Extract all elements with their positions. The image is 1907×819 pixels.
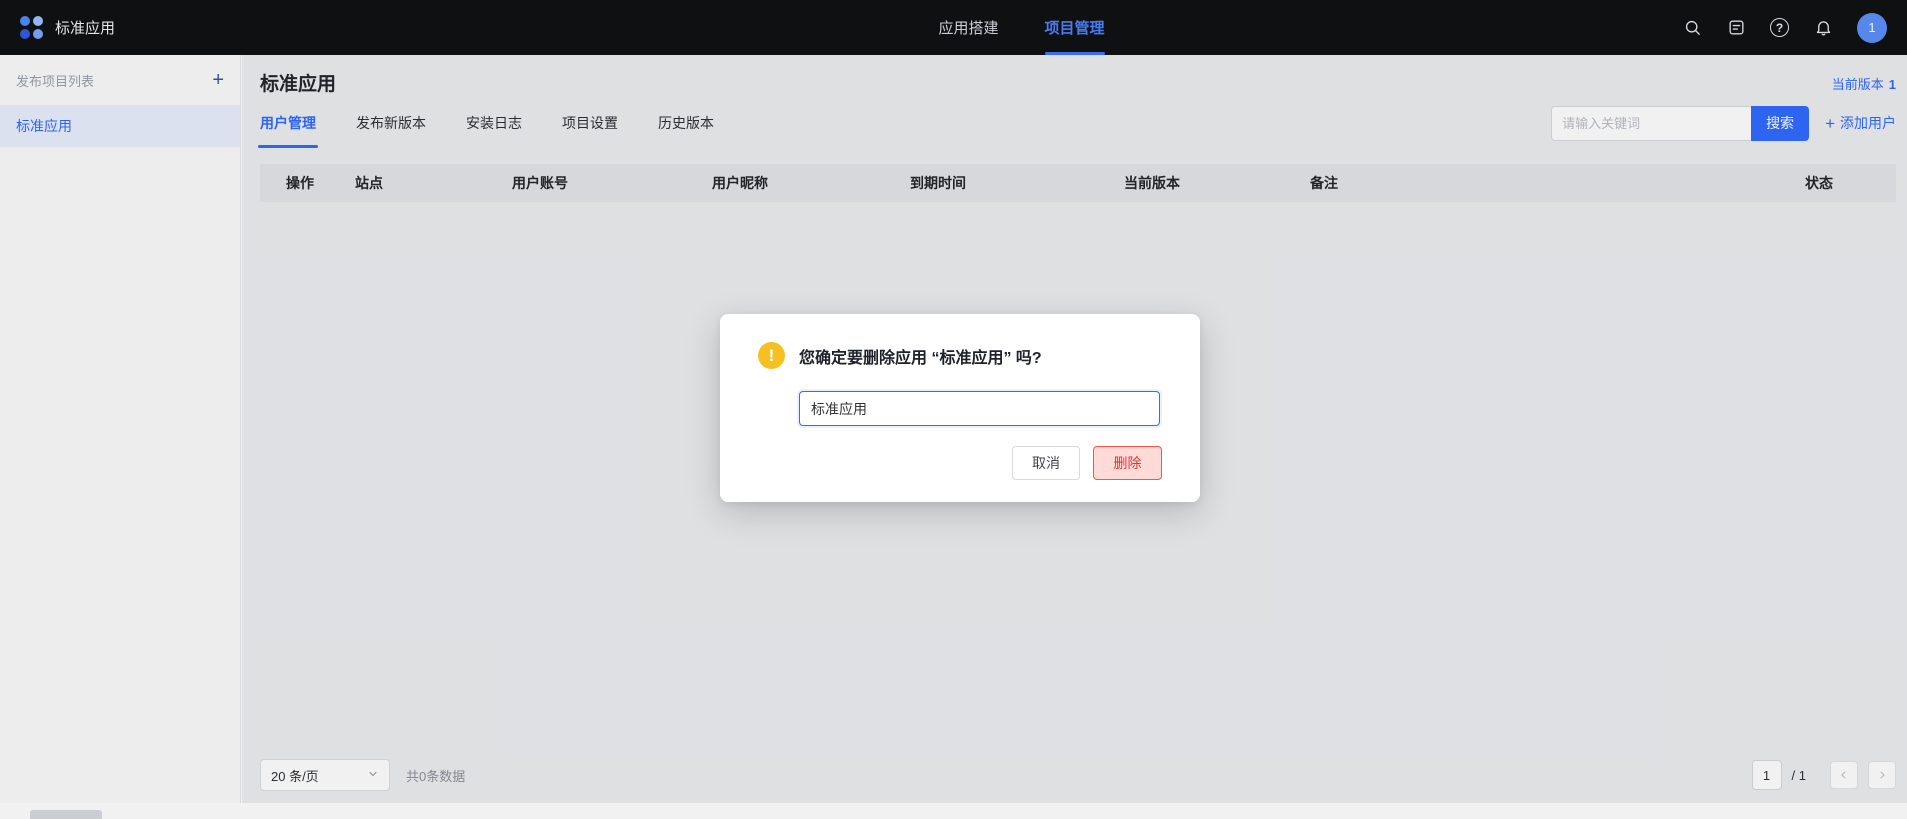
warning-glyph: ! bbox=[769, 346, 775, 366]
cancel-button[interactable]: 取消 bbox=[1012, 446, 1080, 480]
delete-button[interactable]: 删除 bbox=[1093, 446, 1162, 480]
confirm-app-name-input[interactable] bbox=[799, 391, 1160, 426]
dialog-title: 您确定要删除应用 “标准应用” 吗? bbox=[799, 344, 1042, 368]
dialog-header: ! 您确定要删除应用 “标准应用” 吗? bbox=[758, 342, 1162, 369]
delete-confirm-dialog: ! 您确定要删除应用 “标准应用” 吗? 取消 删除 bbox=[720, 314, 1200, 502]
app-screen: 标准应用 应用搭建 项目管理 ? 1 bbox=[0, 0, 1907, 819]
warning-icon: ! bbox=[758, 342, 785, 369]
dialog-actions: 取消 删除 bbox=[758, 446, 1162, 480]
